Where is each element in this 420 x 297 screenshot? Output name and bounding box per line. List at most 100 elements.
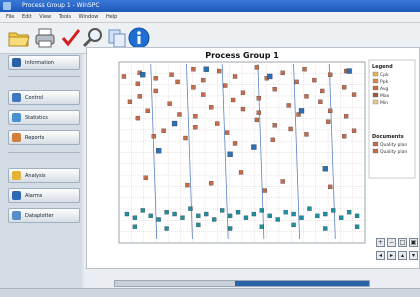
- open-folder-icon[interactable]: [8, 27, 30, 49]
- sidebar-item-label: Alarms: [25, 193, 43, 199]
- data-point: [294, 79, 299, 85]
- data-point: [342, 85, 347, 90]
- data-point: [151, 134, 156, 139]
- data-point: [232, 74, 238, 79]
- data-point: [145, 108, 150, 114]
- data-point: [161, 128, 166, 133]
- data-point: [209, 105, 214, 110]
- sidebar-divider: [8, 76, 80, 77]
- zoom-out-button[interactable]: −: [387, 238, 396, 247]
- data-point: [148, 213, 153, 219]
- data-point: [121, 74, 127, 79]
- legend-swatch: [372, 141, 379, 147]
- pan-down-button[interactable]: ▾: [409, 251, 418, 260]
- data-point: [183, 135, 188, 141]
- data-point: [185, 182, 190, 188]
- data-point: [227, 226, 233, 231]
- data-point: [256, 96, 261, 101]
- menu-window[interactable]: Window: [79, 12, 99, 22]
- data-point: [140, 208, 145, 213]
- zoom-reset-button[interactable]: □: [398, 238, 407, 247]
- data-point: [346, 210, 352, 215]
- data-point: [227, 151, 233, 157]
- data-point: [193, 114, 198, 119]
- data-point: [153, 76, 158, 81]
- data-point: [328, 108, 333, 114]
- copy-icon[interactable]: [106, 27, 126, 49]
- data-point: [230, 97, 236, 103]
- legend-label: Quality plan: [380, 149, 407, 155]
- legend-label: Max: [380, 93, 390, 99]
- chart-icon: [12, 93, 21, 102]
- data-point: [203, 66, 209, 72]
- data-point: [328, 184, 333, 190]
- legend-label: Cpk: [380, 72, 389, 78]
- legend-swatch: [372, 99, 379, 105]
- data-point: [215, 121, 220, 126]
- info-icon[interactable]: [128, 27, 150, 49]
- data-point: [259, 208, 264, 213]
- sidebar-item-statistics[interactable]: Statistics: [8, 110, 80, 125]
- search-icon[interactable]: [82, 27, 102, 49]
- sidebar-item-analysis[interactable]: Analysis: [8, 168, 80, 183]
- data-point: [223, 83, 228, 88]
- sidebar-item-information[interactable]: Information: [8, 55, 80, 70]
- sidebar-item-reports[interactable]: Reports: [8, 130, 80, 145]
- data-point: [140, 72, 146, 78]
- sidebar-item-control[interactable]: Control: [8, 90, 80, 105]
- data-point: [270, 137, 275, 142]
- sidebar-item-alarms[interactable]: Alarms: [8, 188, 80, 203]
- data-point: [167, 101, 172, 106]
- data-point: [251, 211, 257, 217]
- checkmark-icon[interactable]: [60, 27, 81, 49]
- data-point: [217, 68, 222, 74]
- menu-view[interactable]: View: [39, 12, 51, 22]
- menu-file[interactable]: File: [6, 12, 14, 22]
- data-point: [322, 166, 328, 172]
- data-point: [132, 224, 138, 229]
- data-point: [212, 217, 217, 222]
- data-point: [291, 222, 296, 228]
- data-point: [240, 90, 246, 95]
- window-title: Process Group 1 - WinSPC: [22, 2, 100, 9]
- scatter-chart: Process Group 1 Legend CpkPpkAvgMaxMin D…: [118, 51, 416, 244]
- data-point: [302, 67, 307, 72]
- data-point: [351, 128, 357, 133]
- data-point: [137, 94, 142, 99]
- data-point: [196, 213, 201, 219]
- sidebar: Information Control Statistics Reports A…: [0, 54, 82, 296]
- data-point: [204, 211, 209, 217]
- data-point: [177, 112, 182, 117]
- legend-subtitle: Documents: [372, 134, 404, 140]
- data-point: [153, 88, 158, 94]
- zoom-fit-button[interactable]: ▣: [409, 238, 418, 247]
- data-point: [299, 215, 304, 220]
- data-point: [124, 211, 130, 217]
- data-point: [191, 85, 196, 90]
- sidebar-item-dataplotter[interactable]: Dataplotter: [8, 208, 80, 223]
- scrollbar-thumb[interactable]: [235, 281, 369, 286]
- data-point: [280, 179, 285, 184]
- menu-tools[interactable]: Tools: [59, 12, 71, 22]
- data-point: [164, 210, 169, 215]
- data-point: [209, 181, 214, 186]
- pan-right-button[interactable]: ▸: [387, 251, 396, 260]
- data-point: [232, 141, 238, 146]
- zoom-in-button[interactable]: +: [376, 238, 385, 247]
- data-point: [156, 148, 162, 154]
- legend-swatch: [372, 85, 379, 91]
- horizontal-scrollbar[interactable]: [114, 280, 370, 287]
- menu-help[interactable]: Help: [106, 12, 117, 22]
- chart-legend: Legend CpkPpkAvgMaxMin Documents Quality…: [368, 59, 416, 179]
- plot-icon: [12, 211, 21, 220]
- pan-left-button[interactable]: ◂: [376, 251, 385, 260]
- data-point: [254, 65, 260, 70]
- print-icon[interactable]: [34, 27, 55, 49]
- data-point: [180, 215, 185, 220]
- pan-up-button[interactable]: ▴: [398, 251, 407, 260]
- data-point: [267, 73, 273, 80]
- alarm-icon: [12, 191, 21, 200]
- menu-edit[interactable]: Edit: [22, 12, 32, 22]
- data-point: [259, 224, 264, 229]
- data-point: [238, 170, 244, 175]
